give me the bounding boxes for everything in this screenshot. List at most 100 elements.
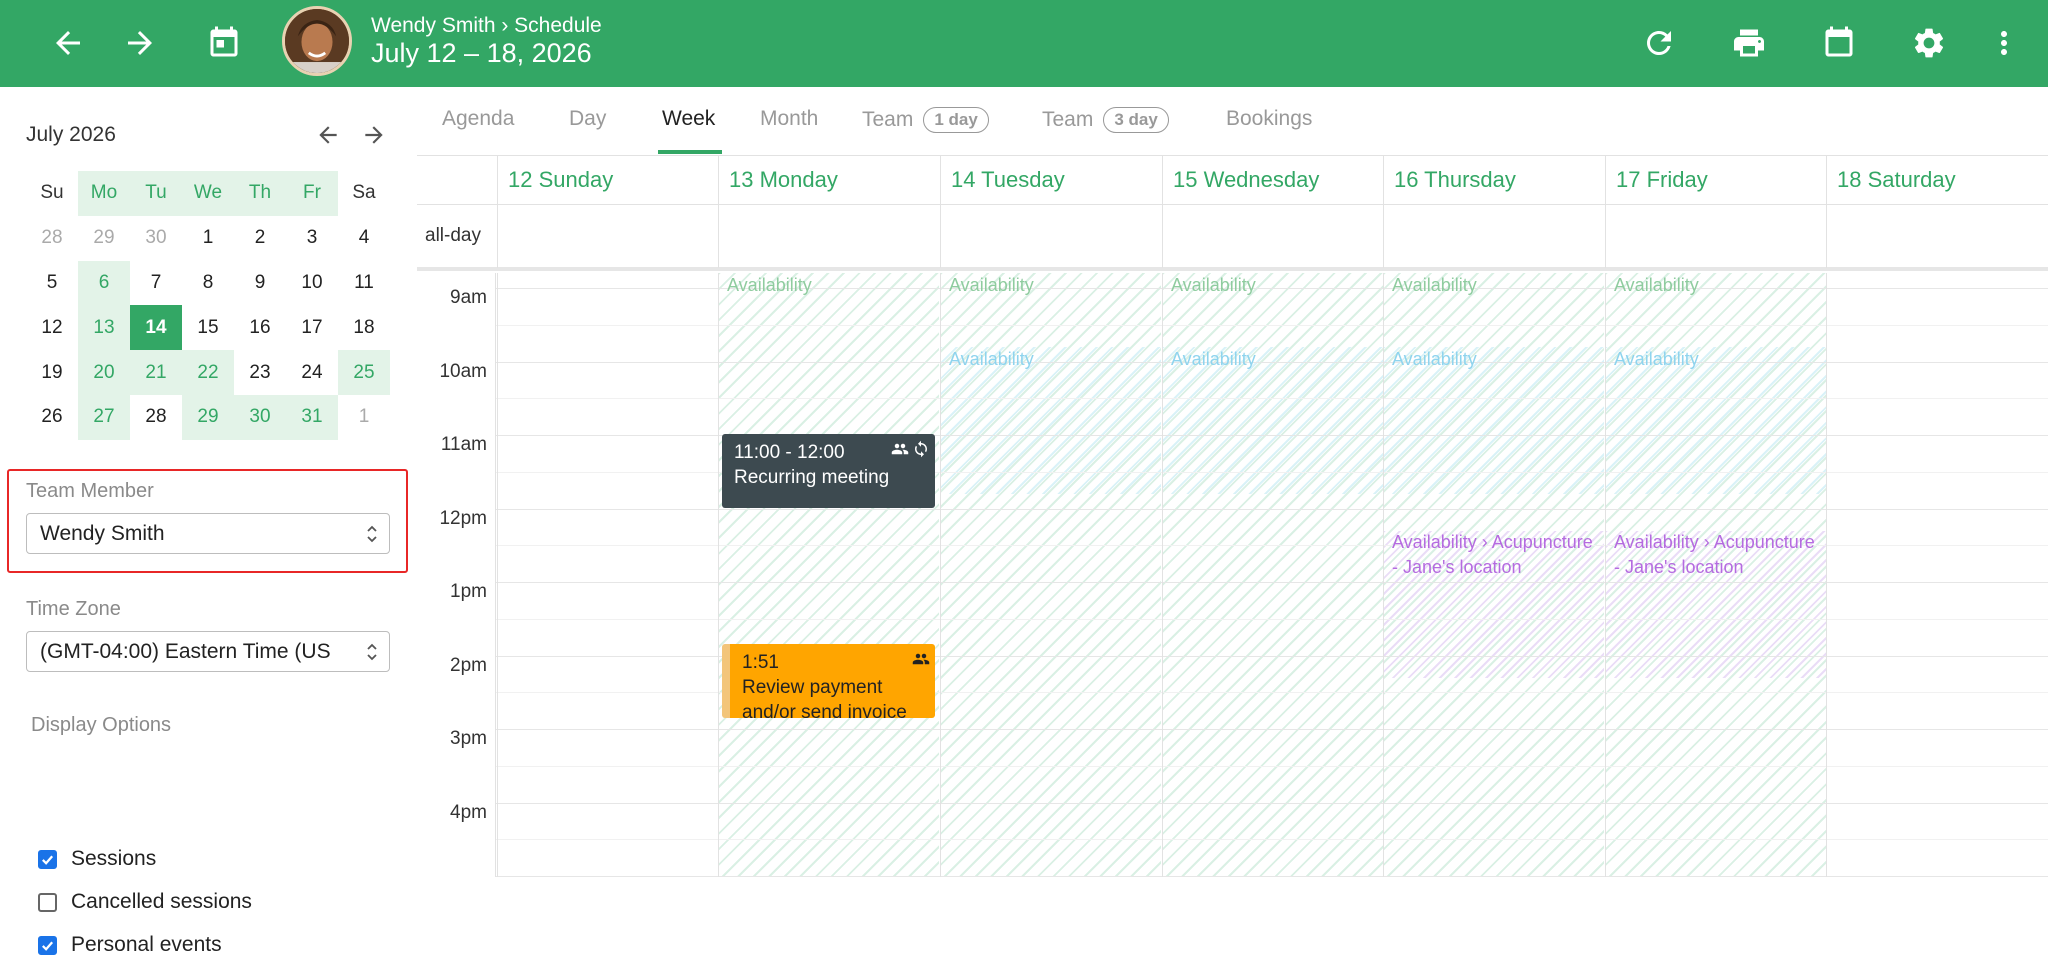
mini-calendar-day[interactable]: 18 [338,305,390,350]
day-header[interactable]: 12 Sunday [497,156,718,204]
avatar[interactable] [282,6,352,76]
mini-calendar-day[interactable]: 13 [78,305,130,351]
day-header[interactable]: 14 Tuesday [940,156,1161,204]
all-day-cell[interactable] [940,205,1161,268]
mini-calendar-day[interactable]: 4 [338,216,390,261]
mini-calendar-day[interactable]: 16 [234,305,286,350]
mini-calendar-day[interactable]: 22 [182,350,234,395]
availability-label: Availability [1171,349,1256,369]
mini-calendar-day[interactable]: 28 [26,216,78,261]
recurring-icon [912,440,930,465]
team-3-day-pill: 3 day [1103,107,1169,133]
mini-calendar-day[interactable]: 27 [78,394,130,440]
mini-calendar-day[interactable]: 20 [78,350,130,395]
mini-calendar-day[interactable]: 1 [182,216,234,261]
display-option-label: Cancelled sessions [71,890,252,913]
mini-calendar-day[interactable]: 14 [130,305,182,351]
mini-calendar-day[interactable]: 21 [130,350,182,395]
checkbox-unchecked-icon[interactable] [38,892,57,912]
more-vert-icon[interactable] [1974,13,2034,73]
mini-calendar-day[interactable]: 28 [130,395,182,440]
mini-calendar-day[interactable]: 17 [286,305,338,350]
availability-label: Availability [1614,349,1699,369]
day-column-divider [1826,273,1827,877]
arrow-forward-icon[interactable] [110,13,170,73]
tab-team-1-day[interactable]: Team 1 day [862,107,989,133]
mini-calendar-day[interactable]: 23 [234,350,286,395]
mini-calendar-day[interactable]: 25 [338,350,390,395]
sidebar: July 2026 Su Mo Tu We Th Fr Sa 28 29 30 1 2 3 4 5 6 7 8 9 1… [0,87,417,956]
mini-calendar-day[interactable]: 29 [78,216,130,261]
hour-label: 1pm [450,581,487,602]
all-day-cell[interactable] [497,205,718,268]
settings-icon[interactable] [1899,13,1959,73]
all-day-cell[interactable] [718,205,939,268]
print-icon[interactable] [1719,13,1779,73]
hour-label: 10am [439,360,487,382]
tab-team-3-day[interactable]: Team 3 day [1042,107,1169,133]
mini-calendar-day[interactable]: 6 [78,260,130,306]
mini-calendar-day[interactable]: 26 [26,395,78,440]
checkbox-checked-icon[interactable] [38,849,57,869]
mini-calendar-day[interactable]: 15 [182,305,234,350]
all-day-cell[interactable] [1383,205,1604,268]
hour-line [495,876,2048,877]
mini-calendar-day[interactable]: 12 [26,305,78,350]
mini-calendar-day[interactable]: 29 [182,394,234,440]
arrow-back-icon[interactable] [38,13,98,73]
tab-bookings[interactable]: Bookings [1226,107,1312,131]
mini-calendar-day[interactable]: 5 [26,261,78,306]
display-option-2[interactable]: Personal events [38,933,222,957]
day-header[interactable]: 15 Wednesday [1162,156,1383,204]
day-column-divider [1162,273,1163,877]
day-header[interactable]: 16 Thursday [1383,156,1604,204]
mini-calendar-day[interactable]: 10 [286,261,338,306]
mini-calendar-day[interactable]: 7 [130,261,182,306]
tab-week[interactable]: Week [662,107,715,131]
tab-day[interactable]: Day [569,107,606,131]
time-zone-select[interactable]: (GMT-04:00) Eastern Time (US [26,631,390,672]
mini-calendar-day[interactable]: 9 [234,261,286,306]
display-option-0[interactable]: Sessions [38,847,156,871]
hour-line [495,361,2048,363]
calendar-event[interactable]: 1:51 Review payment and/or send invoice [722,644,935,718]
tab-month[interactable]: Month [760,107,818,131]
all-day-cell[interactable] [1605,205,1826,268]
calendar-icon[interactable] [1809,13,1869,73]
mini-calendar-day[interactable]: 3 [286,216,338,261]
select-caret-icon [365,641,379,663]
availability-label: Availability [1392,275,1477,295]
hour-label: 11am [440,434,487,455]
calendar-today-icon[interactable] [194,13,254,73]
tab-agenda[interactable]: Agenda [442,107,514,131]
mini-calendar-day[interactable]: 31 [286,394,338,440]
mini-calendar-weekday: Tu [130,171,182,216]
all-day-cell[interactable] [1162,205,1383,268]
display-options-label: Display Options [31,714,172,736]
day-column-divider [497,273,498,877]
half-hour-line [495,618,2048,620]
mini-calendar-day[interactable]: 11 [338,261,390,306]
refresh-icon[interactable] [1629,13,1689,73]
calendar-event[interactable]: 11:00 - 12:00 Recurring meeting [722,433,935,509]
day-header[interactable]: 17 Friday [1605,156,1826,204]
team-1-day-pill: 1 day [923,107,989,133]
mini-calendar-day[interactable]: 24 [286,350,338,395]
mini-calendar-next-icon[interactable] [356,117,392,153]
event-title: Review payment and/or send invoice [742,677,907,718]
mini-calendar-day[interactable]: 19 [26,350,78,395]
mini-calendar-day[interactable]: 1 [338,395,390,440]
mini-calendar-day[interactable]: 30 [130,216,182,261]
mini-calendar-day[interactable]: 2 [234,216,286,261]
all-day-cell[interactable] [1826,205,2048,268]
availability-label: Availability [949,349,1034,369]
mini-calendar-day[interactable]: 8 [182,261,234,306]
day-header[interactable]: 13 Monday [718,156,939,204]
mini-calendar-day[interactable]: 30 [234,394,286,440]
day-header[interactable]: 18 Saturday [1826,156,2048,204]
display-option-1[interactable]: Cancelled sessions [38,890,252,914]
checkbox-checked-icon[interactable] [38,935,57,955]
availability-block[interactable] [718,273,939,877]
mini-calendar-prev-icon[interactable] [310,117,346,153]
team-member-select[interactable]: Wendy Smith [26,513,390,554]
